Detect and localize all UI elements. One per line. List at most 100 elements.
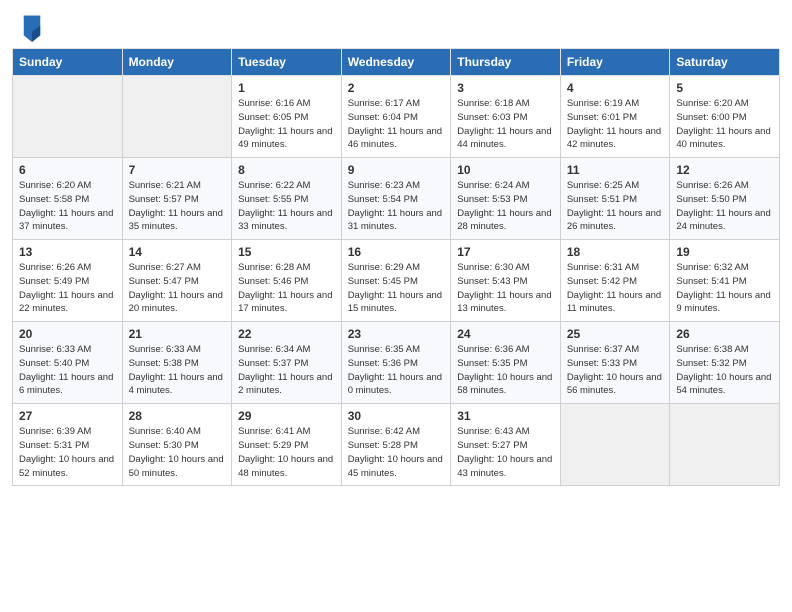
day-cell [670,404,780,486]
day-number: 23 [348,327,445,341]
day-number: 3 [457,81,554,95]
day-number: 26 [676,327,773,341]
day-cell: 17 Sunrise: 6:30 AM Sunset: 5:43 PM Dayli… [451,240,561,322]
header [0,0,792,48]
day-cell: 18 Sunrise: 6:31 AM Sunset: 5:42 PM Dayli… [560,240,670,322]
day-cell: 11 Sunrise: 6:25 AM Sunset: 5:51 PM Dayli… [560,158,670,240]
day-info: Sunrise: 6:20 AM Sunset: 6:00 PM Dayligh… [676,97,773,152]
week-row-1: 6 Sunrise: 6:20 AM Sunset: 5:58 PM Daylig… [13,158,780,240]
day-cell: 21Sunrise: 6:33 AM Sunset: 5:38 PM Dayli… [122,322,232,404]
day-number: 16 [348,245,445,259]
day-cell: 28 Sunrise: 6:40 AM Sunset: 5:30 PM Dayli… [122,404,232,486]
day-info: Sunrise: 6:18 AM Sunset: 6:03 PM Dayligh… [457,97,554,152]
day-info: Sunrise: 6:43 AM Sunset: 5:27 PM Dayligh… [457,425,554,480]
day-number: 12 [676,163,773,177]
day-info: Sunrise: 6:34 AM Sunset: 5:37 PM Dayligh… [238,343,335,398]
day-info: Sunrise: 6:31 AM Sunset: 5:42 PM Dayligh… [567,261,664,316]
day-cell: 14 Sunrise: 6:27 AM Sunset: 5:47 PM Dayli… [122,240,232,322]
day-number: 28 [129,409,226,423]
day-number: 30 [348,409,445,423]
day-info: Sunrise: 6:23 AM Sunset: 5:54 PM Dayligh… [348,179,445,234]
week-row-4: 27 Sunrise: 6:39 AM Sunset: 5:31 PM Dayli… [13,404,780,486]
day-info: Sunrise: 6:41 AM Sunset: 5:29 PM Dayligh… [238,425,335,480]
day-number: 25 [567,327,664,341]
day-header-monday: Monday [122,49,232,76]
day-cell: 6 Sunrise: 6:20 AM Sunset: 5:58 PM Daylig… [13,158,123,240]
day-info: Sunrise: 6:27 AM Sunset: 5:47 PM Dayligh… [129,261,226,316]
day-info: Sunrise: 6:33 AM Sunset: 5:38 PM Dayligh… [129,343,226,398]
day-info: Sunrise: 6:42 AM Sunset: 5:28 PM Dayligh… [348,425,445,480]
day-info: Sunrise: 6:26 AM Sunset: 5:49 PM Dayligh… [19,261,116,316]
day-number: 17 [457,245,554,259]
day-cell: 3 Sunrise: 6:18 AM Sunset: 6:03 PM Daylig… [451,76,561,158]
day-cell: 25Sunrise: 6:37 AM Sunset: 5:33 PM Dayli… [560,322,670,404]
day-number: 7 [129,163,226,177]
day-number: 6 [19,163,116,177]
day-info: Sunrise: 6:21 AM Sunset: 5:57 PM Dayligh… [129,179,226,234]
day-cell: 16 Sunrise: 6:29 AM Sunset: 5:45 PM Dayli… [341,240,451,322]
day-header-friday: Friday [560,49,670,76]
day-cell [122,76,232,158]
logo-icon [20,14,44,42]
day-cell: 9Sunrise: 6:23 AM Sunset: 5:54 PM Daylig… [341,158,451,240]
day-info: Sunrise: 6:39 AM Sunset: 5:31 PM Dayligh… [19,425,116,480]
day-number: 20 [19,327,116,341]
day-number: 15 [238,245,335,259]
day-header-thursday: Thursday [451,49,561,76]
day-number: 5 [676,81,773,95]
day-number: 14 [129,245,226,259]
calendar-table: SundayMondayTuesdayWednesdayThursdayFrid… [12,48,780,486]
day-info: Sunrise: 6:40 AM Sunset: 5:30 PM Dayligh… [129,425,226,480]
week-row-3: 20 Sunrise: 6:33 AM Sunset: 5:40 PM Dayli… [13,322,780,404]
day-info: Sunrise: 6:22 AM Sunset: 5:55 PM Dayligh… [238,179,335,234]
day-info: Sunrise: 6:19 AM Sunset: 6:01 PM Dayligh… [567,97,664,152]
day-cell: 12Sunrise: 6:26 AM Sunset: 5:50 PM Dayli… [670,158,780,240]
week-row-0: 1Sunrise: 6:16 AM Sunset: 6:05 PM Daylig… [13,76,780,158]
day-info: Sunrise: 6:32 AM Sunset: 5:41 PM Dayligh… [676,261,773,316]
day-info: Sunrise: 6:29 AM Sunset: 5:45 PM Dayligh… [348,261,445,316]
day-number: 4 [567,81,664,95]
day-info: Sunrise: 6:20 AM Sunset: 5:58 PM Dayligh… [19,179,116,234]
day-info: Sunrise: 6:38 AM Sunset: 5:32 PM Dayligh… [676,343,773,398]
day-number: 8 [238,163,335,177]
day-number: 1 [238,81,335,95]
day-cell: 30 Sunrise: 6:42 AM Sunset: 5:28 PM Dayli… [341,404,451,486]
day-info: Sunrise: 6:36 AM Sunset: 5:35 PM Dayligh… [457,343,554,398]
day-number: 18 [567,245,664,259]
day-number: 10 [457,163,554,177]
calendar-container: SundayMondayTuesdayWednesdayThursdayFrid… [0,48,792,496]
day-number: 2 [348,81,445,95]
days-header-row: SundayMondayTuesdayWednesdayThursdayFrid… [13,49,780,76]
day-cell: 22 Sunrise: 6:34 AM Sunset: 5:37 PM Dayli… [232,322,342,404]
week-row-2: 13 Sunrise: 6:26 AM Sunset: 5:49 PM Dayli… [13,240,780,322]
day-cell: 8 Sunrise: 6:22 AM Sunset: 5:55 PM Daylig… [232,158,342,240]
day-cell: 2 Sunrise: 6:17 AM Sunset: 6:04 PM Daylig… [341,76,451,158]
day-info: Sunrise: 6:25 AM Sunset: 5:51 PM Dayligh… [567,179,664,234]
day-cell: 23 Sunrise: 6:35 AM Sunset: 5:36 PM Dayli… [341,322,451,404]
day-cell: 19 Sunrise: 6:32 AM Sunset: 5:41 PM Dayli… [670,240,780,322]
day-cell: 7 Sunrise: 6:21 AM Sunset: 5:57 PM Daylig… [122,158,232,240]
day-number: 13 [19,245,116,259]
day-number: 11 [567,163,664,177]
day-number: 29 [238,409,335,423]
day-number: 19 [676,245,773,259]
day-header-wednesday: Wednesday [341,49,451,76]
day-cell: 10 Sunrise: 6:24 AM Sunset: 5:53 PM Dayli… [451,158,561,240]
day-info: Sunrise: 6:33 AM Sunset: 5:40 PM Dayligh… [19,343,116,398]
day-number: 22 [238,327,335,341]
day-cell: 4 Sunrise: 6:19 AM Sunset: 6:01 PM Daylig… [560,76,670,158]
day-info: Sunrise: 6:24 AM Sunset: 5:53 PM Dayligh… [457,179,554,234]
day-cell: 5 Sunrise: 6:20 AM Sunset: 6:00 PM Daylig… [670,76,780,158]
day-number: 31 [457,409,554,423]
day-number: 27 [19,409,116,423]
day-cell: 20 Sunrise: 6:33 AM Sunset: 5:40 PM Dayli… [13,322,123,404]
day-info: Sunrise: 6:28 AM Sunset: 5:46 PM Dayligh… [238,261,335,316]
day-header-saturday: Saturday [670,49,780,76]
day-info: Sunrise: 6:30 AM Sunset: 5:43 PM Dayligh… [457,261,554,316]
day-header-tuesday: Tuesday [232,49,342,76]
day-cell: 31 Sunrise: 6:43 AM Sunset: 5:27 PM Dayli… [451,404,561,486]
day-info: Sunrise: 6:35 AM Sunset: 5:36 PM Dayligh… [348,343,445,398]
day-info: Sunrise: 6:17 AM Sunset: 6:04 PM Dayligh… [348,97,445,152]
day-cell [13,76,123,158]
page-wrapper: SundayMondayTuesdayWednesdayThursdayFrid… [0,0,792,496]
